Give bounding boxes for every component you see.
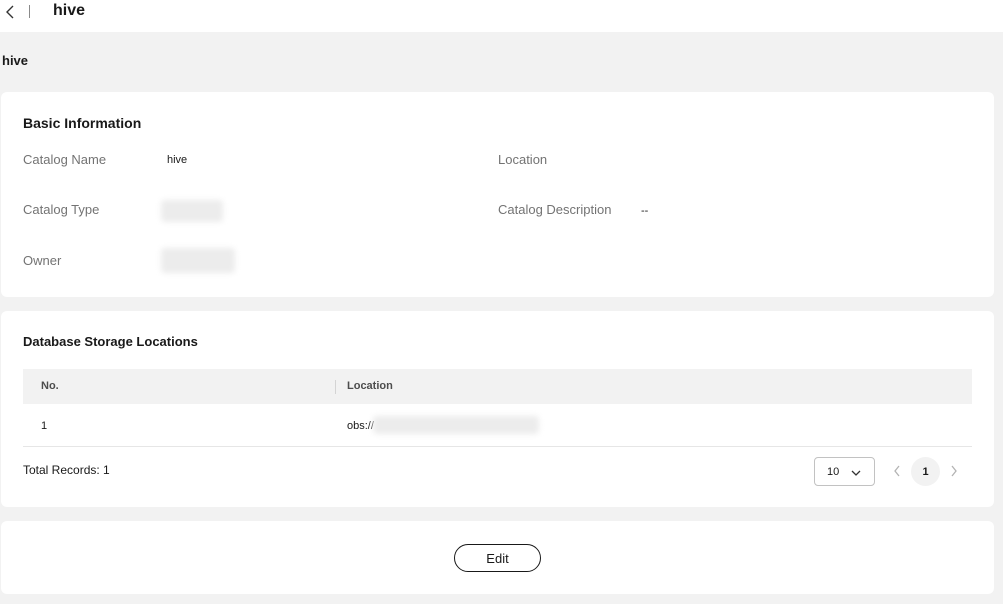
previous-page-icon[interactable] xyxy=(891,463,903,479)
actions-card: Edit xyxy=(1,521,994,594)
table-header: No. Location xyxy=(23,369,972,404)
page-size-value: 10 xyxy=(827,466,840,478)
back-icon[interactable] xyxy=(3,2,17,22)
catalog-type-label: Catalog Type xyxy=(23,202,100,217)
row-location-cell: obs:// xyxy=(347,420,374,432)
location-path-redacted xyxy=(373,416,539,434)
chevron-down-icon xyxy=(850,466,862,478)
catalog-description-value: -- xyxy=(641,205,649,217)
column-header-no[interactable]: No. xyxy=(41,379,59,393)
top-bar: hive xyxy=(0,0,1003,32)
catalog-name-value: hive xyxy=(167,154,188,166)
page-title: hive xyxy=(53,2,86,19)
basic-information-title: Basic Information xyxy=(23,115,142,131)
row-no-cell: 1 xyxy=(41,420,48,432)
storage-locations-title: Database Storage Locations xyxy=(23,334,198,349)
edit-button[interactable]: Edit xyxy=(454,544,541,572)
total-records: Total Records: 1 xyxy=(23,463,110,477)
page-number-current[interactable]: 1 xyxy=(911,457,940,486)
catalog-description-label: Catalog Description xyxy=(498,202,612,217)
column-header-location[interactable]: Location xyxy=(347,379,393,393)
storage-locations-card: Database Storage Locations No. Location … xyxy=(1,311,994,507)
catalog-type-value-redacted xyxy=(161,200,223,222)
owner-value-redacted xyxy=(161,248,235,273)
catalog-name-label: Catalog Name xyxy=(23,152,107,167)
location-label: Location xyxy=(498,152,548,167)
owner-label: Owner xyxy=(23,253,62,268)
column-divider xyxy=(335,380,336,394)
table-row[interactable]: 1 obs:// xyxy=(23,404,972,447)
page-size-select[interactable]: 10 xyxy=(814,457,875,486)
next-page-icon[interactable] xyxy=(948,463,960,479)
basic-information-card: Basic Information Catalog Name hive Loca… xyxy=(1,92,994,297)
catalog-subtitle: hive xyxy=(2,53,29,68)
topbar-divider xyxy=(29,5,30,18)
